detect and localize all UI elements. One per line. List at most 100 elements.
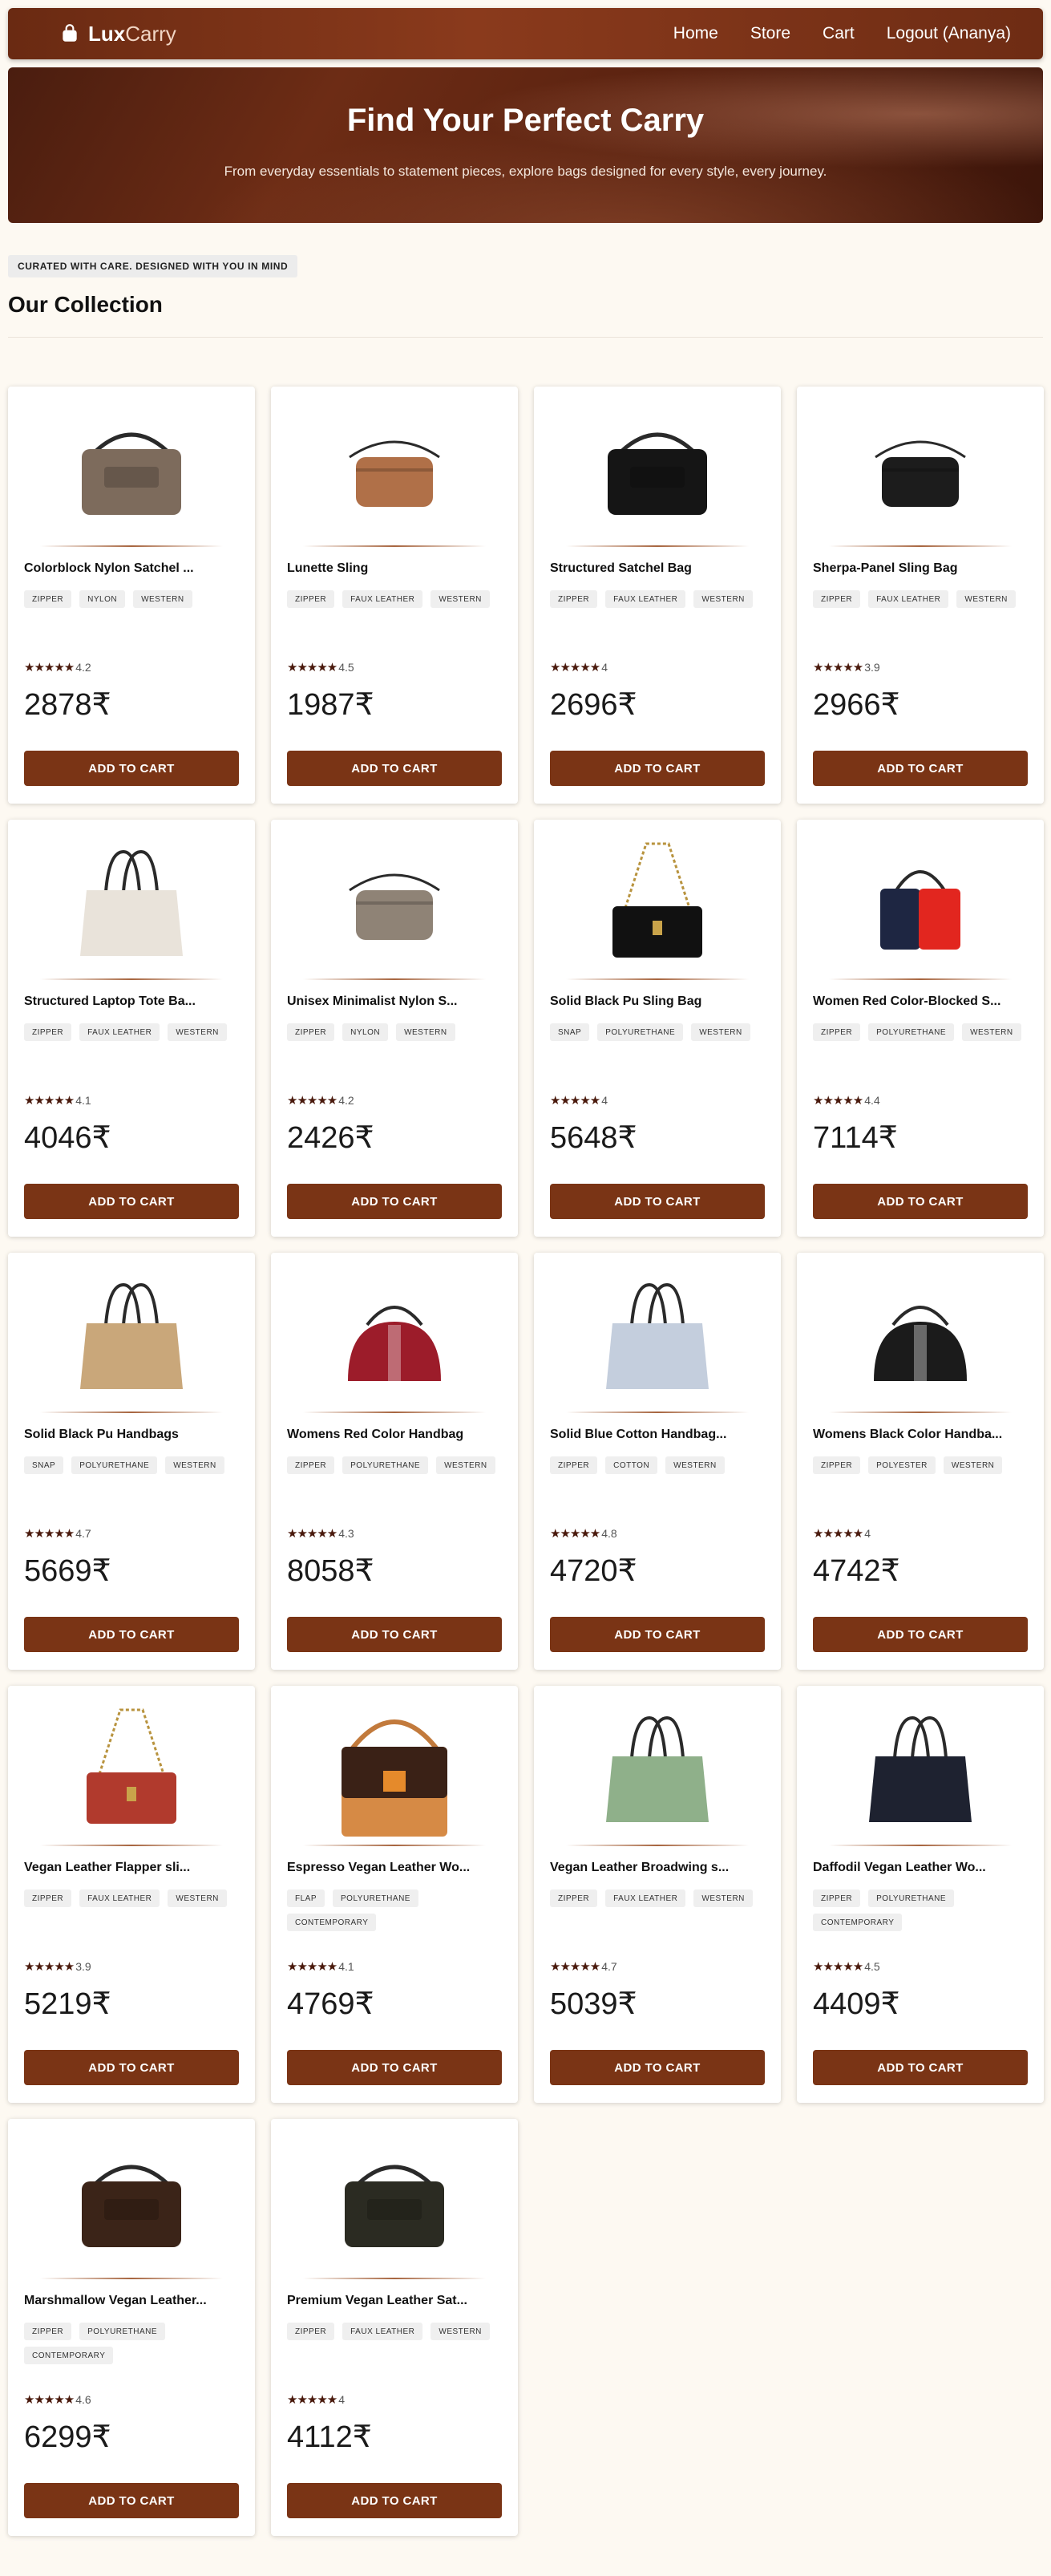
product-card[interactable]: Vegan Leather Broadwing s... ZIPPER FAUX …	[534, 1686, 781, 2103]
product-image[interactable]	[829, 395, 1012, 547]
product-title[interactable]: Sherpa-Panel Sling Bag	[813, 561, 1028, 576]
product-title[interactable]: Solid Blue Cotton Handbag...	[550, 1428, 765, 1442]
product-title[interactable]: Daffodil Vegan Leather Wo...	[813, 1861, 1028, 1875]
product-image[interactable]	[40, 1261, 223, 1413]
product-card[interactable]: Women Red Color-Blocked S... ZIPPER POLYU…	[797, 820, 1044, 1237]
product-title[interactable]: Structured Laptop Tote Ba...	[24, 994, 239, 1009]
add-to-cart-button[interactable]: ADD TO CART	[550, 2050, 765, 2085]
product-card[interactable]: Unisex Minimalist Nylon S... ZIPPER NYLON…	[271, 820, 518, 1237]
add-to-cart-button[interactable]: ADD TO CART	[287, 751, 502, 786]
product-card[interactable]: Vegan Leather Flapper sli... ZIPPER FAUX …	[8, 1686, 255, 2103]
product-card[interactable]: Structured Satchel Bag ZIPPER FAUX LEATHE…	[534, 387, 781, 804]
product-image[interactable]	[566, 1261, 749, 1413]
brand-logo[interactable]: Lux Carry	[59, 8, 176, 59]
add-to-cart-button[interactable]: ADD TO CART	[287, 1184, 502, 1219]
product-image[interactable]	[40, 828, 223, 980]
product-image[interactable]	[566, 1694, 749, 1846]
product-image[interactable]	[829, 1261, 1012, 1413]
product-card[interactable]: Colorblock Nylon Satchel ... ZIPPER NYLON…	[8, 387, 255, 804]
product-card[interactable]: Sherpa-Panel Sling Bag ZIPPER FAUX LEATHE…	[797, 387, 1044, 804]
product-image[interactable]	[40, 2127, 223, 2279]
add-to-cart-button[interactable]: ADD TO CART	[813, 1184, 1028, 1219]
nav-home-link[interactable]: Home	[673, 24, 718, 43]
star-rating-icon: ★★★★★	[550, 1527, 600, 1541]
product-price: 4112₹	[287, 2420, 372, 2454]
product-card[interactable]: Marshmallow Vegan Leather... ZIPPER POLYU…	[8, 2119, 255, 2536]
product-card[interactable]: Premium Vegan Leather Sat... ZIPPER FAUX …	[271, 2119, 518, 2536]
product-tag: ZIPPER	[24, 1023, 72, 1041]
add-to-cart-button[interactable]: ADD TO CART	[287, 2483, 502, 2518]
add-to-cart-button[interactable]: ADD TO CART	[550, 1184, 765, 1219]
product-card[interactable]: Solid Black Pu Handbags SNAP POLYURETHANE…	[8, 1253, 255, 1670]
product-image[interactable]	[566, 395, 749, 547]
add-to-cart-button[interactable]: ADD TO CART	[24, 2483, 239, 2518]
nav-store-link[interactable]: Store	[750, 24, 790, 43]
product-title[interactable]: Women Red Color-Blocked S...	[813, 994, 1028, 1009]
product-image[interactable]	[303, 1261, 486, 1413]
tote-bag-icon	[566, 1694, 749, 1846]
add-to-cart-button[interactable]: ADD TO CART	[287, 2050, 502, 2085]
product-title[interactable]: Colorblock Nylon Satchel ...	[24, 561, 239, 576]
product-tag: CONTEMPORARY	[24, 2347, 114, 2364]
product-title[interactable]: Espresso Vegan Leather Wo...	[287, 1861, 502, 1875]
product-tags: ZIPPER POLYURETHANE CONTEMPORARY	[813, 1889, 1028, 1931]
product-card[interactable]: Solid Black Pu Sling Bag SNAP POLYURETHAN…	[534, 820, 781, 1237]
add-to-cart-button[interactable]: ADD TO CART	[813, 751, 1028, 786]
product-card[interactable]: Solid Blue Cotton Handbag... ZIPPER COTTO…	[534, 1253, 781, 1670]
product-rating: ★★★★★ 4.1	[287, 1958, 354, 1975]
product-image[interactable]	[40, 395, 223, 547]
brand-name-strong: Lux	[88, 21, 126, 46]
image-divider	[40, 2278, 223, 2279]
star-rating-icon: ★★★★★	[813, 1094, 863, 1108]
product-card[interactable]: Womens Red Color Handbag ZIPPER POLYURETH…	[271, 1253, 518, 1670]
product-tags: ZIPPER FAUX LEATHER WESTERN	[550, 590, 765, 608]
product-image[interactable]	[303, 828, 486, 980]
product-image[interactable]	[303, 2127, 486, 2279]
add-to-cart-button[interactable]: ADD TO CART	[550, 1617, 765, 1652]
add-to-cart-button[interactable]: ADD TO CART	[550, 751, 765, 786]
product-tag: FAUX LEATHER	[605, 590, 686, 608]
product-title[interactable]: Vegan Leather Flapper sli...	[24, 1861, 239, 1875]
product-image[interactable]	[566, 828, 749, 980]
product-title[interactable]: Premium Vegan Leather Sat...	[287, 2294, 502, 2308]
product-card[interactable]: Womens Black Color Handba... ZIPPER POLYE…	[797, 1253, 1044, 1670]
product-tag: ZIPPER	[287, 1456, 335, 1474]
add-to-cart-button[interactable]: ADD TO CART	[24, 751, 239, 786]
product-rating: ★★★★★ 4.3	[287, 1525, 354, 1541]
add-to-cart-button[interactable]: ADD TO CART	[24, 2050, 239, 2085]
product-title[interactable]: Marshmallow Vegan Leather...	[24, 2294, 239, 2308]
product-image[interactable]	[40, 1694, 223, 1846]
product-title[interactable]: Solid Black Pu Sling Bag	[550, 994, 765, 1009]
add-to-cart-button[interactable]: ADD TO CART	[287, 1617, 502, 1652]
tote-bag-icon	[829, 1694, 1012, 1846]
product-image[interactable]	[303, 1694, 486, 1846]
star-rating-icon: ★★★★★	[813, 1527, 863, 1541]
product-price: 5669₹	[24, 1554, 111, 1588]
product-price: 4720₹	[550, 1554, 637, 1588]
product-card[interactable]: Espresso Vegan Leather Wo... FLAP POLYURE…	[271, 1686, 518, 2103]
nav-cart-link[interactable]: Cart	[823, 24, 855, 43]
product-title[interactable]: Structured Satchel Bag	[550, 561, 765, 576]
product-title[interactable]: Unisex Minimalist Nylon S...	[287, 994, 502, 1009]
product-tags: ZIPPER FAUX LEATHER WESTERN	[24, 1889, 239, 1907]
add-to-cart-button[interactable]: ADD TO CART	[813, 1617, 1028, 1652]
product-title[interactable]: Solid Black Pu Handbags	[24, 1428, 239, 1442]
product-image[interactable]	[303, 395, 486, 547]
product-card[interactable]: Lunette Sling ZIPPER FAUX LEATHER WESTERN …	[271, 387, 518, 804]
product-rating: ★★★★★ 4	[287, 2392, 345, 2408]
product-title[interactable]: Womens Red Color Handbag	[287, 1428, 502, 1442]
product-image[interactable]	[829, 828, 1012, 980]
add-to-cart-button[interactable]: ADD TO CART	[24, 1184, 239, 1219]
product-card[interactable]: Structured Laptop Tote Ba... ZIPPER FAUX …	[8, 820, 255, 1237]
product-title[interactable]: Vegan Leather Broadwing s...	[550, 1861, 765, 1875]
product-card[interactable]: Daffodil Vegan Leather Wo... ZIPPER POLYU…	[797, 1686, 1044, 2103]
add-to-cart-button[interactable]: ADD TO CART	[24, 1617, 239, 1652]
star-rating-icon: ★★★★★	[813, 1960, 863, 1974]
rating-value: 4.6	[75, 2393, 91, 2406]
product-title[interactable]: Lunette Sling	[287, 561, 502, 576]
product-tag: NYLON	[342, 1023, 389, 1041]
product-image[interactable]	[829, 1694, 1012, 1846]
add-to-cart-button[interactable]: ADD TO CART	[813, 2050, 1028, 2085]
product-title[interactable]: Womens Black Color Handba...	[813, 1428, 1028, 1442]
nav-logout-link[interactable]: Logout (Ananya)	[887, 24, 1011, 43]
